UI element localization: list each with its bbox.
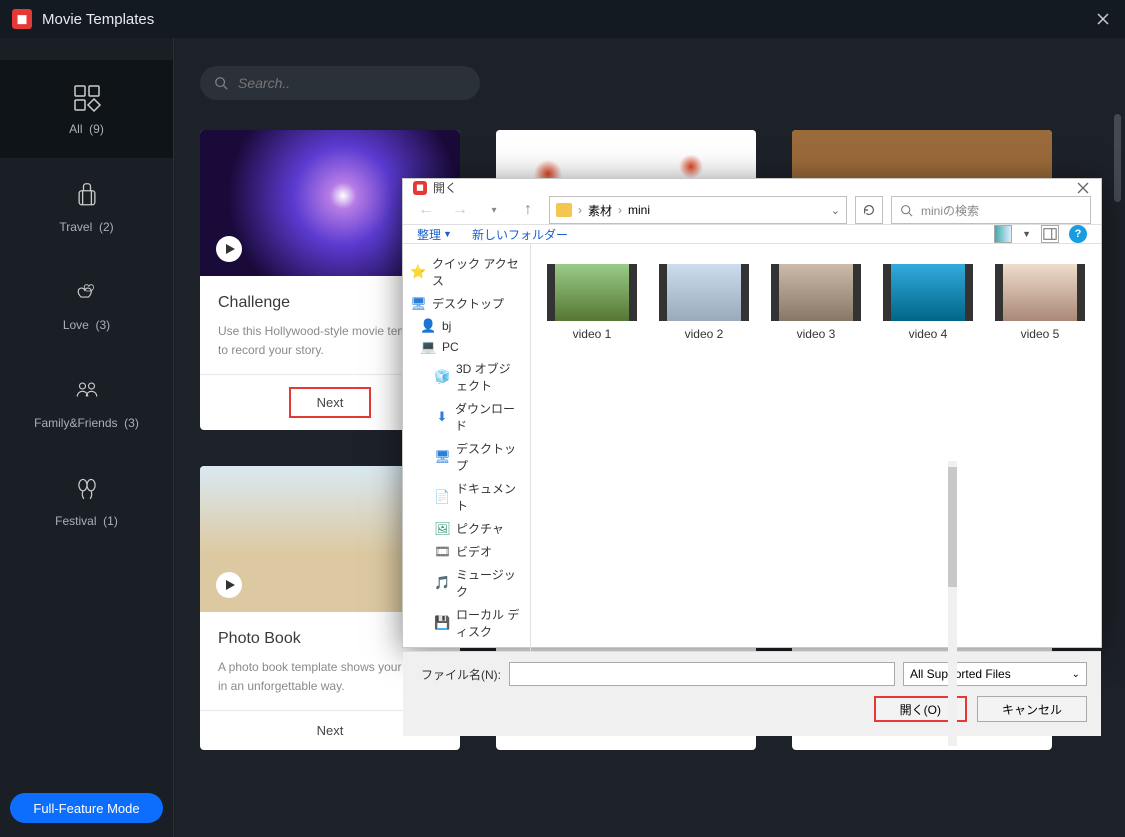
play-icon[interactable] (216, 236, 242, 262)
full-feature-mode-button[interactable]: Full-Feature Mode (10, 793, 163, 823)
search-icon (214, 76, 228, 90)
filetype-select[interactable]: All Supported Files ⌄ (903, 662, 1087, 686)
sidebar-item-label: Travel (59, 220, 92, 234)
back-button[interactable]: ← (413, 197, 439, 223)
folder-icon (556, 203, 572, 217)
file-open-dialog: ◼ 開く ← → ▾ ↑ › 素材 › mini ⌄ miniの検索 整理 (402, 178, 1102, 648)
app-logo-icon: ◼ (12, 9, 32, 29)
view-mode-icon[interactable] (994, 225, 1012, 243)
tree-item[interactable]: 👤bj (409, 315, 524, 336)
sidebar-item-label: Love (63, 318, 89, 332)
dialog-title: 開く (433, 179, 457, 196)
dialog-close-icon[interactable] (1075, 180, 1091, 196)
scrollbar[interactable] (1114, 114, 1121, 202)
preview-pane-icon[interactable] (1041, 225, 1059, 243)
sidebar-item-love[interactable]: Love (3) (0, 256, 173, 354)
sidebar-item-all[interactable]: All (9) (0, 60, 173, 158)
suitcase-icon (71, 180, 103, 212)
cancel-button[interactable]: キャンセル (977, 696, 1087, 722)
refresh-button[interactable] (855, 196, 883, 224)
search-box[interactable] (200, 66, 480, 100)
chevron-down-icon[interactable]: ⌄ (831, 204, 840, 217)
sidebar-item-label: Festival (55, 514, 96, 528)
sidebar-item-label: Family&Friends (34, 416, 117, 430)
sidebar-item-label: All (69, 122, 82, 136)
tree-item[interactable]: 🖥デスクトップ (409, 292, 524, 315)
close-icon[interactable] (1093, 9, 1113, 29)
sidebar-item-travel[interactable]: Travel (2) (0, 158, 173, 256)
app-logo-icon: ◼ (413, 181, 427, 195)
tree-item[interactable]: 🧊3D オブジェクト (409, 357, 524, 397)
recent-dropdown[interactable]: ▾ (481, 197, 507, 223)
file-item[interactable]: video 4 (881, 264, 975, 631)
grid-icon (71, 82, 103, 114)
new-folder-button[interactable]: 新しいフォルダー (472, 226, 568, 243)
tree-item[interactable]: ⬇ダウンロード (409, 397, 524, 437)
dialog-toolbar: 整理 ▼ 新しいフォルダー ▼ ? (403, 224, 1101, 244)
chevron-down-icon[interactable]: ▼ (1022, 229, 1031, 239)
balloons-icon (71, 474, 103, 506)
tree-item[interactable]: ⭐クイック アクセス (409, 252, 524, 292)
hearts-icon (71, 278, 103, 310)
help-icon[interactable]: ? (1069, 225, 1087, 243)
sidebar: All (9) Travel (2) Love (3) Family&Frien… (0, 38, 174, 837)
play-icon[interactable] (216, 572, 242, 598)
dialog-search-box[interactable]: miniの検索 (891, 196, 1091, 224)
search-input[interactable] (238, 75, 466, 91)
sidebar-item-festival[interactable]: Festival (1) (0, 452, 173, 550)
file-item[interactable]: video 1 (545, 264, 639, 631)
sidebar-item-family[interactable]: Family&Friends (3) (0, 354, 173, 452)
dialog-footer: ファイル名(N): All Supported Files ⌄ 開く(O) キャ… (403, 651, 1101, 736)
search-icon (900, 204, 913, 217)
tree-item[interactable]: 🖼ピクチャ (409, 517, 524, 540)
titlebar: ◼ Movie Templates (0, 0, 1125, 38)
dialog-search-placeholder: miniの検索 (921, 202, 979, 219)
dialog-nav: ← → ▾ ↑ › 素材 › mini ⌄ miniの検索 (403, 196, 1101, 224)
app-title: Movie Templates (42, 11, 154, 28)
tree-scrollbar-thumb[interactable] (948, 467, 957, 587)
tree-item[interactable]: 📄ドキュメント (409, 477, 524, 517)
file-item[interactable]: video 5 (993, 264, 1087, 631)
file-item[interactable]: video 2 (657, 264, 751, 631)
tree-item[interactable]: 💾ローカル ディスク (409, 603, 524, 643)
forward-button[interactable]: → (447, 197, 473, 223)
filename-label: ファイル名(N): (417, 666, 501, 683)
tree-item[interactable]: 🎞ビデオ (409, 540, 524, 563)
breadcrumb-path[interactable]: › 素材 › mini ⌄ (549, 196, 847, 224)
file-list: video 1 video 2 video 3 video 4 video 5 (531, 244, 1101, 651)
filename-input[interactable] (509, 662, 895, 686)
up-button[interactable]: ↑ (515, 197, 541, 223)
tree-item[interactable]: 🖥デスクトップ (409, 437, 524, 477)
file-item[interactable]: video 3 (769, 264, 863, 631)
dialog-titlebar: ◼ 開く (403, 179, 1101, 196)
tree-item[interactable]: 💻PC (409, 336, 524, 357)
tree-item[interactable]: 🎵ミュージック (409, 563, 524, 603)
people-icon (71, 376, 103, 408)
organize-menu[interactable]: 整理 ▼ (417, 226, 452, 243)
folder-tree: ⭐クイック アクセス🖥デスクトップ👤bj💻PC🧊3D オブジェクト⬇ダウンロード… (403, 244, 531, 651)
